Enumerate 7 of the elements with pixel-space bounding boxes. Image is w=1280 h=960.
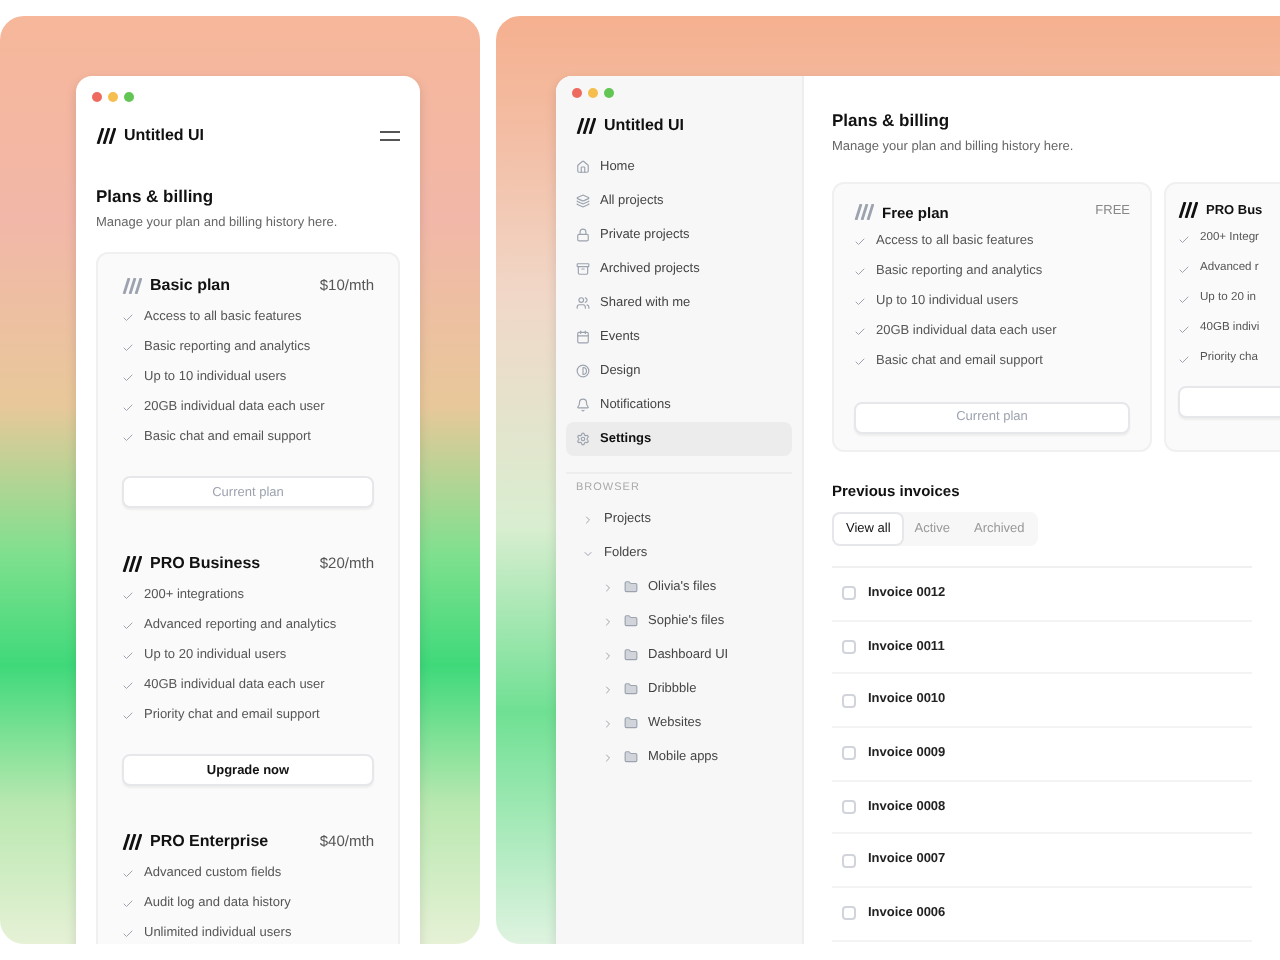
plan-name: PRO Business xyxy=(150,551,261,575)
app-name: Untitled UI xyxy=(124,124,204,148)
page-title: Plans & billing xyxy=(96,184,216,210)
app-name: Untitled UI xyxy=(604,114,684,138)
plan-name: PRO Enterprise xyxy=(150,829,269,853)
plan-name: Basic plan xyxy=(150,273,231,297)
page-title: Plans & billing xyxy=(832,108,952,134)
